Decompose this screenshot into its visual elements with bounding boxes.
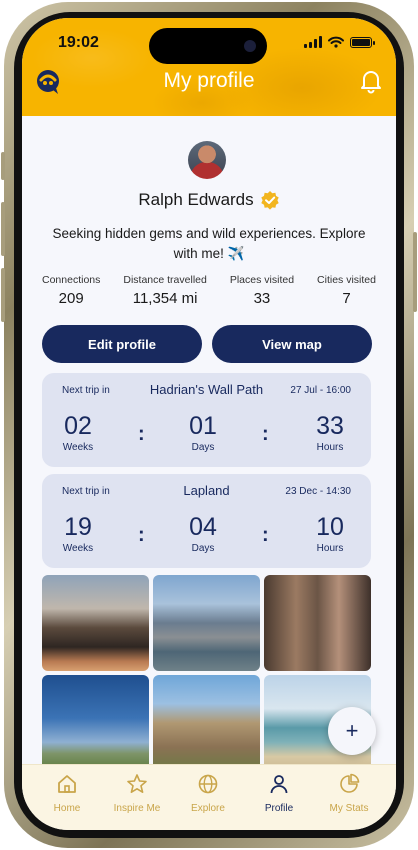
volume-up-button: [1, 202, 5, 256]
profile-name-row: Ralph Edwards: [22, 190, 396, 210]
stat-label: Connections: [42, 274, 101, 286]
profile-stats: Connections 209 Distance travelled 11,35…: [42, 274, 376, 307]
countdown-weeks: 02 Weeks: [48, 412, 108, 453]
person-icon: [270, 775, 288, 794]
countdown-hours: 10 Hours: [300, 513, 360, 554]
star-icon: [127, 774, 147, 793]
countdown-unit: Hours: [316, 543, 344, 554]
countdown-separator: :: [138, 524, 145, 546]
countdown-unit: Hours: [316, 442, 344, 453]
tab-profile[interactable]: Profile: [242, 773, 316, 814]
profile-bio: Seeking hidden gems and wild experiences…: [52, 226, 366, 261]
stat-label: Places visited: [229, 274, 295, 286]
stat-cities: Cities visited 7: [317, 274, 376, 307]
trip-date: 23 Dec - 14:30: [285, 486, 351, 497]
photo-thumbnail[interactable]: [264, 575, 371, 671]
edit-profile-button[interactable]: Edit profile: [42, 325, 202, 363]
battery-icon: [350, 36, 375, 48]
countdown-value: 02: [64, 412, 92, 440]
tab-label: My Stats: [329, 803, 369, 814]
countdown-unit: Days: [191, 543, 215, 554]
power-button: [413, 232, 417, 312]
status-time: 19:02: [58, 34, 99, 51]
tab-label: Home: [53, 803, 81, 814]
action-button: [1, 152, 5, 180]
bell-icon[interactable]: [359, 68, 383, 94]
pie-chart-icon: [340, 773, 360, 793]
countdown-unit: Weeks: [62, 442, 94, 453]
status-icons: [304, 36, 375, 48]
countdown-value: 10: [316, 513, 344, 541]
volume-down-button: [1, 268, 5, 322]
countdown-value: 19: [64, 513, 92, 541]
stat-label: Cities visited: [317, 274, 376, 286]
home-icon: [58, 775, 76, 793]
tab-label: Explore: [191, 803, 225, 814]
trip-card[interactable]: Next trip in Hadrian's Wall Path 27 Jul …: [42, 373, 371, 467]
profile-name: Ralph Edwards: [138, 190, 254, 209]
countdown-separator: :: [138, 423, 145, 445]
profile-header: 19:02 My profile: [22, 18, 396, 116]
stat-value: 33: [253, 290, 271, 307]
tab-label: Inspire Me: [113, 803, 161, 814]
tab-inspire-me[interactable]: Inspire Me: [100, 773, 174, 814]
photo-thumbnail[interactable]: [42, 575, 149, 671]
photo-thumbnail[interactable]: [153, 675, 260, 771]
camera-icon: [244, 40, 256, 52]
countdown-separator: :: [262, 423, 269, 445]
verified-badge-icon: [260, 191, 279, 210]
tab-bar: Home Inspire Me Explore Profile My Stats: [22, 764, 396, 830]
stat-label: Distance travelled: [123, 274, 207, 286]
stat-value: 209: [58, 290, 84, 307]
wifi-icon: [328, 36, 344, 48]
tab-explore[interactable]: Explore: [171, 773, 245, 814]
tab-my-stats[interactable]: My Stats: [312, 773, 386, 814]
countdown-separator: :: [262, 524, 269, 546]
globe-icon: [198, 774, 218, 794]
stat-places: Places visited 33: [230, 274, 294, 307]
countdown-days: 04 Days: [173, 513, 233, 554]
countdown-days: 01 Days: [173, 412, 233, 453]
page-title: My profile: [163, 69, 255, 92]
stat-distance: Distance travelled 11,354 mi: [123, 274, 206, 307]
countdown-unit: Weeks: [62, 543, 94, 554]
signal-icon: [304, 36, 322, 48]
countdown-hours: 33 Hours: [300, 412, 360, 453]
countdown-value: 04: [189, 513, 217, 541]
countdown-value: 33: [316, 412, 344, 440]
photo-thumbnail[interactable]: [42, 675, 149, 771]
photo-thumbnail[interactable]: [153, 575, 260, 671]
countdown-unit: Days: [191, 442, 215, 453]
stat-value: 7: [342, 290, 351, 307]
stat-connections[interactable]: Connections 209: [42, 274, 100, 307]
view-map-button[interactable]: View map: [212, 325, 372, 363]
add-button[interactable]: +: [328, 707, 376, 755]
tab-label: Profile: [264, 803, 294, 814]
tab-home[interactable]: Home: [30, 773, 104, 814]
avatar[interactable]: [188, 141, 226, 179]
trip-card[interactable]: Next trip in Lapland 23 Dec - 14:30 19 W…: [42, 474, 371, 568]
countdown-value: 01: [189, 412, 217, 440]
screen: 19:02 My profile Ralph Edwards Seeking h…: [22, 18, 396, 830]
countdown-weeks: 19 Weeks: [48, 513, 108, 554]
stat-value: 11,354 mi: [132, 290, 198, 307]
trip-date: 27 Jul - 16:00: [290, 385, 351, 396]
